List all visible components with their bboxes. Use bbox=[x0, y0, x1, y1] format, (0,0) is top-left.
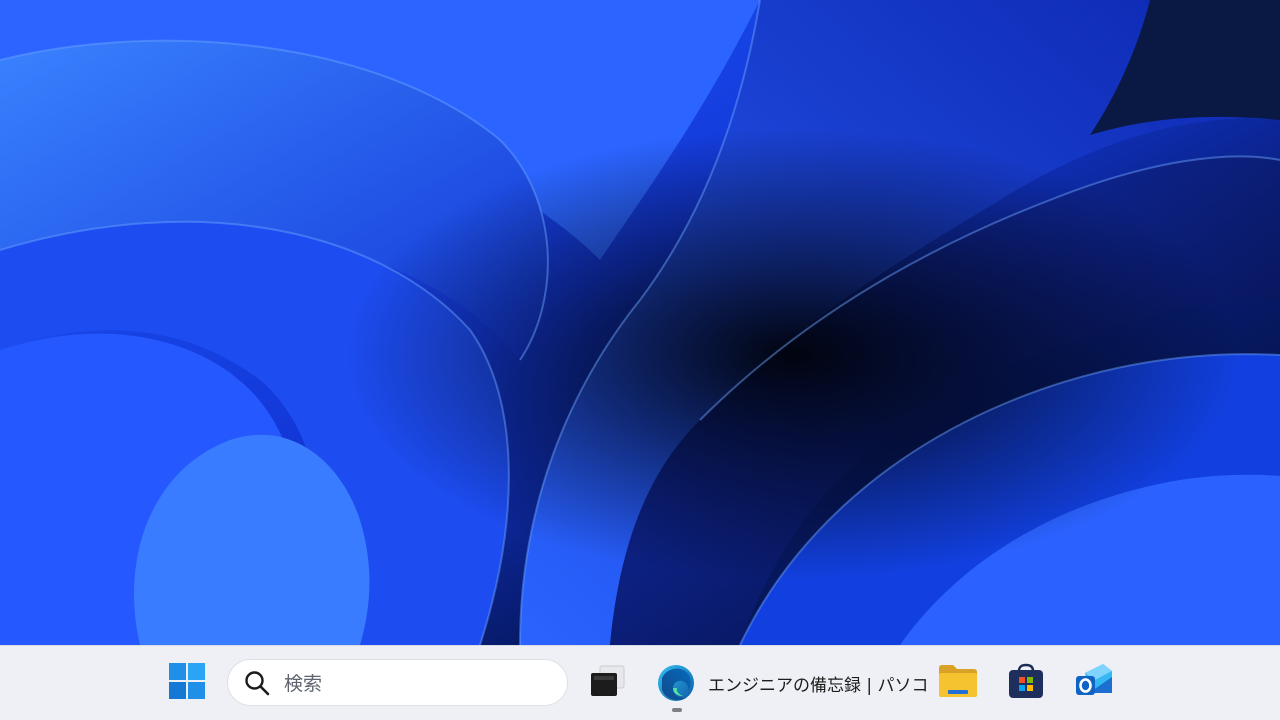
task-view-icon bbox=[588, 664, 626, 702]
edge-taskbar-button[interactable]: エンジニアの備忘録 | パソコ bbox=[648, 659, 929, 707]
task-view-button[interactable] bbox=[582, 659, 632, 707]
folder-icon bbox=[938, 664, 978, 702]
taskbar: 検索 エンジニアの備忘録 | パソコ bbox=[0, 645, 1280, 720]
outlook-icon bbox=[1075, 663, 1113, 703]
file-explorer-button[interactable] bbox=[932, 659, 984, 707]
desktop-wallpaper bbox=[0, 0, 1280, 645]
store-icon bbox=[1008, 663, 1044, 703]
edge-icon bbox=[656, 663, 696, 703]
search-box[interactable]: 検索 bbox=[227, 659, 568, 706]
running-indicator bbox=[672, 708, 682, 712]
search-icon bbox=[244, 670, 270, 696]
outlook-button[interactable] bbox=[1068, 659, 1120, 707]
search-placeholder: 検索 bbox=[284, 673, 323, 695]
edge-window-title: エンジニアの備忘録 | パソコ bbox=[708, 675, 929, 696]
windows-logo-icon bbox=[169, 663, 205, 703]
start-button[interactable] bbox=[160, 659, 214, 707]
microsoft-store-button[interactable] bbox=[1000, 659, 1052, 707]
